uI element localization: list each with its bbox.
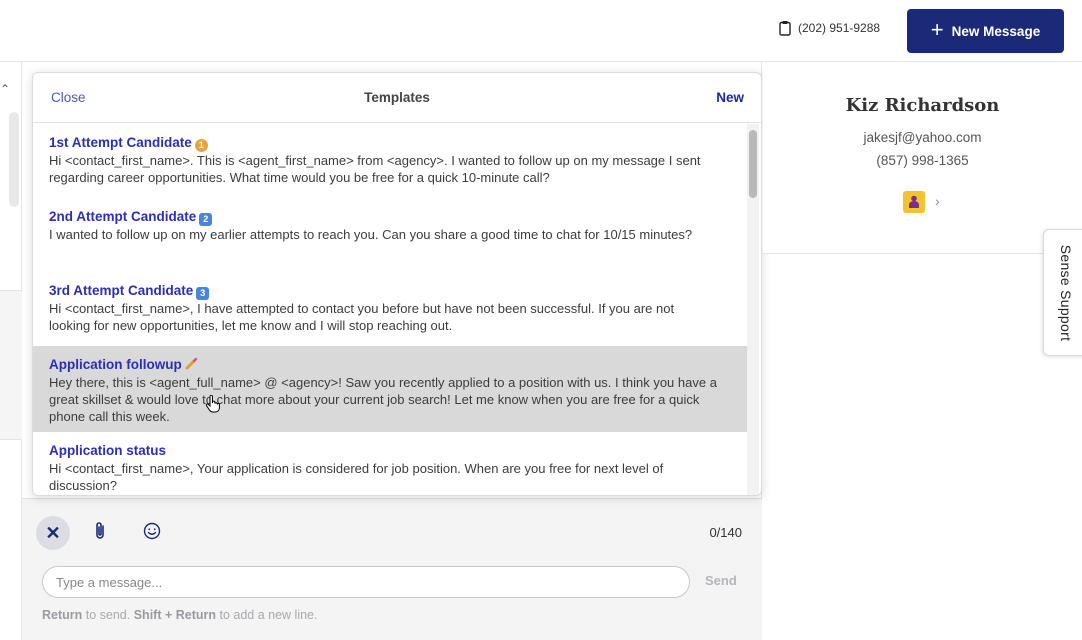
plus-icon: + [930, 17, 944, 42]
emoji-icon[interactable] [143, 522, 161, 545]
contact-email[interactable]: jakesjf@yahoo.com [763, 130, 1082, 145]
contact-panel: Kiz Richardson jakesjf@yahoo.com (857) 9… [763, 62, 1082, 254]
template-name: Application status [49, 442, 717, 460]
top-bar: (202) 951-9288 + New Message [0, 0, 1082, 62]
chevron-up-icon[interactable]: ⌃ [0, 82, 10, 96]
templates-scrollbar[interactable] [747, 124, 759, 495]
template-item[interactable]: 3rd Attempt Candidate 3 Hi <contact_first… [33, 272, 747, 346]
hint-to-send: to send. [82, 608, 134, 622]
clipboard-phone-icon [779, 20, 791, 36]
template-name-text: 2nd Attempt Candidate [49, 209, 197, 224]
template-name: 1st Attempt Candidate 1 [49, 134, 717, 152]
templates-new-button[interactable]: New [716, 90, 744, 105]
template-body: Hi <contact_first_name>, Your applicatio… [49, 461, 664, 493]
selected-conversation-row[interactable] [0, 290, 22, 440]
hint-new-line: to add a new line. [216, 608, 318, 622]
template-body: Hey there, this is <agent_full_name> @ <… [49, 375, 717, 424]
hint-shift-return-key: Shift + Return [133, 608, 217, 622]
medal-icon: 1 [194, 139, 208, 152]
template-name-text: 1st Attempt Candidate [49, 135, 192, 150]
sense-support-tab[interactable]: Sense Support [1043, 229, 1082, 356]
templates-popup: Close Templates New 1st Attempt Candidat… [32, 72, 762, 496]
templates-list: 1st Attempt Candidate 1 Hi <contact_first… [33, 124, 747, 495]
template-body: Hi <contact_first_name>. This is <agent_… [49, 153, 701, 185]
templates-header: Close Templates New [33, 73, 761, 123]
template-name: 3rd Attempt Candidate 3 [49, 282, 717, 300]
chevron-right-icon[interactable]: › [935, 193, 940, 209]
new-message-button[interactable]: + New Message [907, 9, 1064, 53]
composer-hint: Return to send. Shift + Return to add a … [42, 608, 317, 622]
close-icon: ✕ [45, 522, 61, 543]
message-input[interactable] [42, 566, 690, 598]
contact-person-icon[interactable] [903, 191, 925, 213]
message-composer: ✕ 0/140 Send Return to send. Shift + Ret… [22, 498, 762, 640]
template-item[interactable]: Application status Hi <contact_first_nam… [33, 432, 747, 495]
character-counter: 0/140 [709, 525, 742, 540]
template-name: 2nd Attempt Candidate 2 [49, 208, 717, 226]
templates-title: Templates [364, 90, 430, 105]
conversation-list-edge: ⌃ [0, 62, 22, 640]
template-item[interactable]: 1st Attempt Candidate 1 Hi <contact_first… [33, 124, 747, 198]
phone-number-text: (202) 951-9288 [798, 21, 881, 35]
phone-number: (202) 951-9288 [779, 20, 880, 36]
template-name-text: Application status [49, 443, 167, 458]
keycap-3-icon: 3 [196, 287, 210, 300]
template-body: Hi <contact_first_name>, I have attempte… [49, 301, 675, 333]
new-message-label: New Message [951, 23, 1041, 39]
keycap-2-icon: 2 [199, 213, 213, 226]
templates-scrollbar-thumb[interactable] [749, 130, 757, 198]
template-name: Application followup [49, 356, 717, 374]
nail-polish-icon [185, 357, 198, 370]
template-item-hovered[interactable]: Application followup Hey there, this is … [33, 346, 747, 432]
send-button[interactable]: Send [705, 573, 737, 588]
list-scrollbar[interactable] [9, 112, 19, 207]
app-window: (202) 951-9288 + New Message ⌃ ✕ 0/140 S… [0, 0, 1082, 640]
hint-return-key: Return [42, 608, 83, 622]
contact-name: Kiz Richardson [845, 95, 1000, 116]
contact-phone[interactable]: (857) 998-1365 [763, 153, 1082, 168]
template-body: I wanted to follow up on my earlier atte… [49, 227, 693, 242]
attachment-icon[interactable] [93, 521, 107, 546]
template-name-text: 3rd Attempt Candidate [49, 283, 194, 298]
template-name-text: Application followup [49, 357, 182, 372]
template-item[interactable]: 2nd Attempt Candidate 2 I wanted to follo… [33, 198, 747, 272]
close-templates-button[interactable]: ✕ [36, 516, 70, 550]
sense-support-label: Sense Support [1057, 244, 1074, 341]
